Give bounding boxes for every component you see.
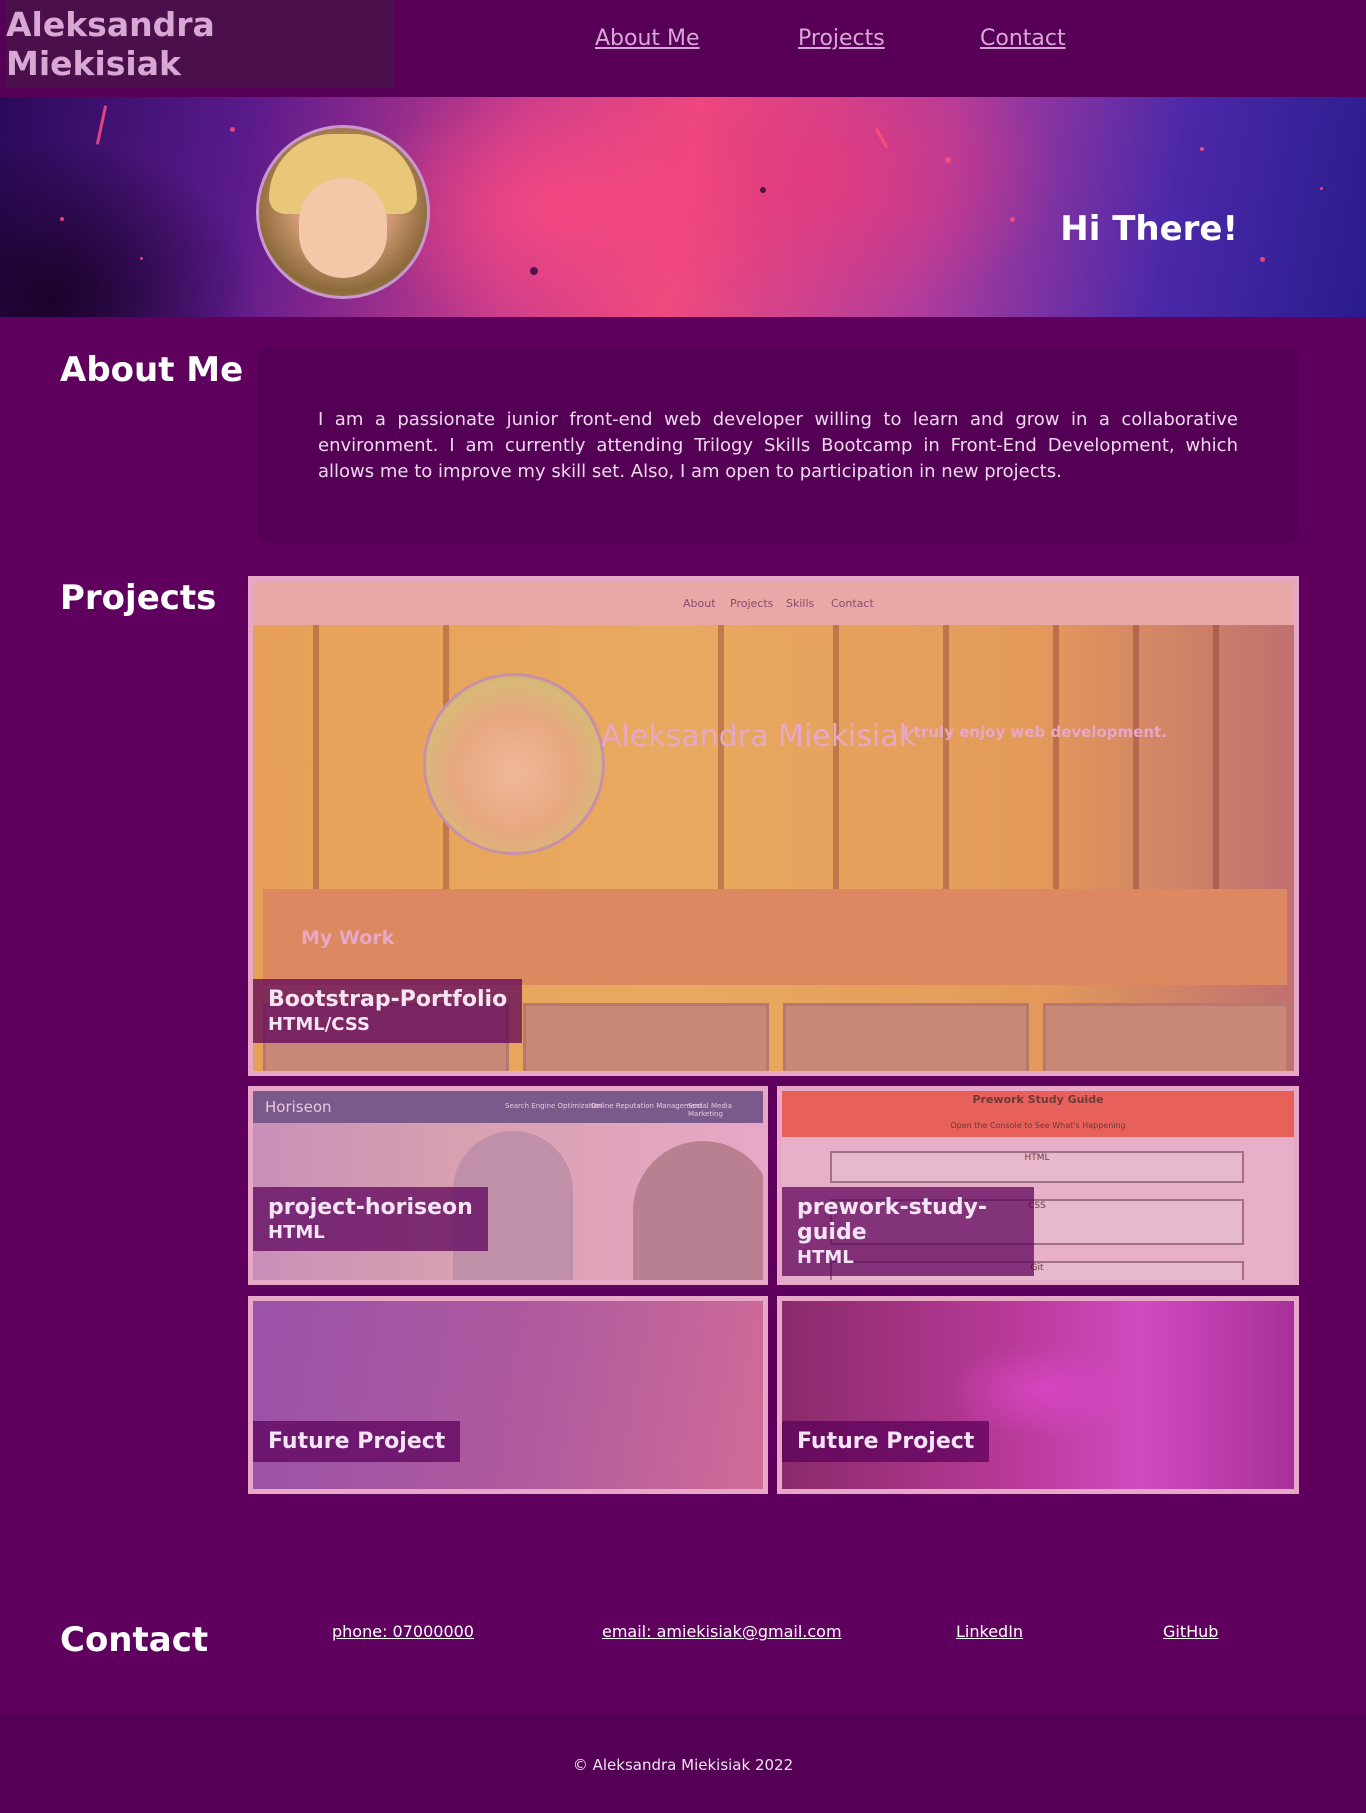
thumb-nav-projects: Projects [730, 597, 774, 610]
project-title: prework-study-guide [797, 1195, 988, 1245]
thumb-nav-contact: Contact [831, 597, 874, 610]
project-title: Future Project [797, 1429, 975, 1454]
thumb-nav-skills: Skills [786, 597, 815, 610]
paint-splash [760, 187, 766, 193]
paint-splash [140, 257, 143, 260]
paint-splash [230, 127, 235, 132]
about-card: I am a passionate junior front-end web d… [258, 347, 1298, 543]
project-tech: HTML [268, 1222, 325, 1243]
thumb-subtitle: Open the Console to See What's Happening [950, 1121, 1126, 1130]
project-caption: prework-study-guide HTML [782, 1187, 1034, 1276]
paint-splash [1010, 217, 1015, 222]
projects-heading: Projects [60, 578, 217, 618]
about-text: I am a passionate junior front-end web d… [318, 409, 1238, 482]
thumb-brand: Horiseon [265, 1098, 332, 1116]
nav-link-contact[interactable]: Contact [980, 26, 1066, 51]
hero-banner: Hi There! [0, 97, 1366, 317]
thumb-tile [523, 1003, 769, 1071]
project-caption: Future Project [253, 1421, 461, 1462]
project-card-horiseon[interactable]: Horiseon Search Engine Optimization Onli… [248, 1086, 768, 1285]
thumb-profile-photo [423, 673, 605, 855]
thumb-header: Prework Study Guide Open the Console to … [782, 1091, 1294, 1137]
thumb-title: Prework Study Guide [972, 1093, 1104, 1106]
project-title: Future Project [268, 1429, 446, 1454]
project-tech: HTML/CSS [268, 1014, 370, 1035]
project-title: Bootstrap-Portfolio [268, 987, 508, 1012]
thumb-nav-orm: Online Reputation Management [591, 1102, 703, 1110]
contact-heading: Contact [60, 1620, 209, 1660]
nav-link-about[interactable]: About Me [595, 26, 700, 51]
paint-splash [945, 157, 951, 163]
site-header: Aleksandra Miekisiak About Me Projects C… [0, 0, 1366, 97]
hero-shadow [0, 137, 260, 317]
contact-phone-link[interactable]: phone: 07000000 [332, 1622, 474, 1641]
project-card-bootstrap-portfolio[interactable]: About Projects Skills Contact Aleksandra… [248, 576, 1299, 1076]
thumb-stripe [1213, 625, 1219, 889]
project-caption: Future Project [782, 1421, 990, 1462]
project-title: project-horiseon [268, 1195, 473, 1220]
thumb-tile [1043, 1003, 1289, 1071]
thumb-work-title: My Work [301, 927, 395, 949]
contact-email-link[interactable]: email: amiekisiak@gmail.com [602, 1622, 842, 1641]
thumb-nav-seo: Search Engine Optimization [505, 1102, 603, 1110]
project-card-prework-study-guide[interactable]: Prework Study Guide Open the Console to … [777, 1086, 1299, 1285]
paint-splash [60, 217, 64, 221]
paint-splash [1320, 187, 1323, 190]
thumb-section-html: HTML [830, 1151, 1244, 1183]
paint-splash [1260, 257, 1265, 262]
about-heading: About Me [60, 350, 244, 390]
thumb-stripe [1053, 625, 1059, 889]
project-tech: HTML [797, 1247, 854, 1268]
thumb-stripe [943, 625, 949, 889]
nav-link-projects[interactable]: Projects [798, 26, 885, 51]
thumb-stripe [1133, 625, 1139, 889]
project-caption: Bootstrap-Portfolio HTML/CSS [253, 979, 523, 1043]
paint-splash [874, 127, 889, 149]
footer-copyright: © Aleksandra Miekisiak 2022 [572, 1756, 794, 1774]
thumb-name: Aleksandra Miekisiak [601, 719, 917, 754]
site-footer: © Aleksandra Miekisiak 2022 [0, 1714, 1366, 1813]
thumb-section-label: HTML [1024, 1153, 1050, 1163]
thumb-work-section: My Work [263, 889, 1287, 985]
hero-greeting: Hi There! [1060, 209, 1238, 249]
profile-avatar [256, 125, 430, 299]
project-caption: project-horiseon HTML [253, 1187, 488, 1251]
thumb-nav-smm: Social Media Marketing [688, 1102, 733, 1118]
contact-linkedin-link[interactable]: LinkedIn [956, 1622, 1023, 1641]
thumb-tile [783, 1003, 1029, 1071]
paint-splash [530, 267, 538, 275]
thumb-stripe [833, 625, 839, 889]
site-brand[interactable]: Aleksandra Miekisiak [6, 0, 394, 88]
thumb-stripe [718, 625, 724, 889]
project-card-future-1[interactable]: Future Project [248, 1296, 768, 1494]
thumb-stripe [313, 625, 319, 889]
contact-github-link[interactable]: GitHub [1163, 1622, 1218, 1641]
thumb-tagline: I truly enjoy web development. [903, 723, 1167, 741]
project-card-future-2[interactable]: Future Project [777, 1296, 1299, 1494]
thumb-navbar: Horiseon Search Engine Optimization Onli… [253, 1091, 763, 1123]
avatar-face [299, 178, 387, 278]
thumb-person [633, 1141, 763, 1280]
thumb-nav-about: About [683, 597, 716, 610]
thumb-navbar: About Projects Skills Contact [253, 581, 1294, 625]
paint-splash [1200, 147, 1204, 151]
